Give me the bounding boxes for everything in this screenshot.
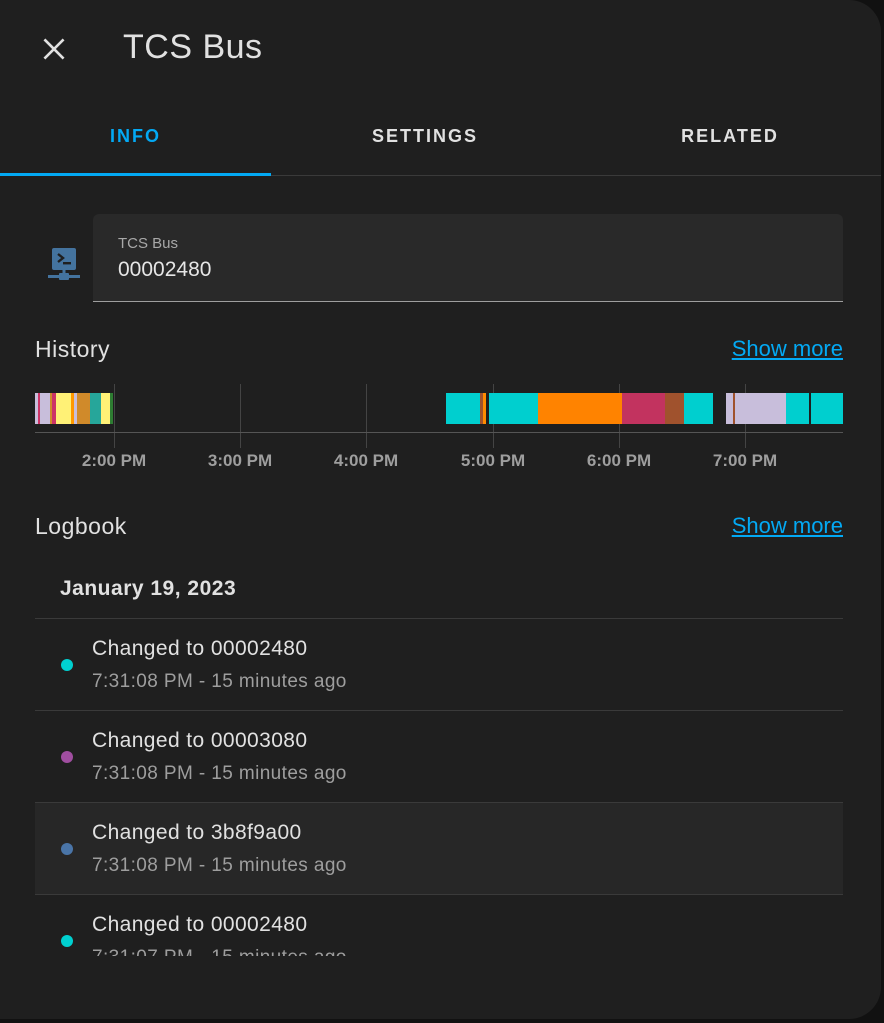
time-label: 7:00 PM: [712, 451, 778, 470]
entity-field-value: 00002480: [118, 258, 212, 281]
time-label: 2:00 PM: [81, 451, 147, 470]
entity-field-label: TCS Bus: [118, 235, 179, 252]
time-label: 5:00 PM: [460, 451, 526, 470]
logbook-entry[interactable]: Changed to 00002480 7:31:07 PM - 15 minu…: [35, 895, 843, 956]
history-timeline[interactable]: 2:00 PM 3:00 PM 4:00 PM 5:00 PM 6:00 PM …: [35, 384, 843, 470]
state-dot-icon: [61, 935, 73, 947]
logbook-date-header: January 19, 2023: [35, 562, 843, 619]
state-dot-icon: [61, 659, 73, 671]
close-button[interactable]: [30, 25, 78, 73]
tab-settings[interactable]: SETTINGS: [271, 98, 579, 174]
logbook-entry[interactable]: Changed to 00002480 7:31:08 PM - 15 minu…: [35, 619, 843, 711]
logbook-entry[interactable]: Changed to 3b8f9a00 7:31:08 PM - 15 minu…: [35, 803, 843, 895]
dialog-header: TCS Bus: [0, 0, 881, 98]
time-label: 3:00 PM: [207, 451, 273, 470]
logbook-entry-message: Changed to 00002480: [92, 637, 308, 660]
serial-port-ethernet-icon: [48, 248, 80, 280]
logbook-list[interactable]: Changed to 00002480 7:31:08 PM - 15 minu…: [35, 619, 843, 956]
history-title: History: [35, 336, 111, 362]
tab-bar: INFO SETTINGS RELATED: [0, 98, 881, 176]
close-icon: [43, 38, 65, 60]
active-tab-indicator: [0, 173, 271, 176]
logbook-title: Logbook: [35, 513, 127, 539]
logbook-entry-time: 7:31:07 PM - 15 minutes ago: [92, 947, 347, 956]
entity-state-field: TCS Bus 00002480: [93, 214, 843, 302]
logbook-entry[interactable]: Changed to 00003080 7:31:08 PM - 15 minu…: [35, 711, 843, 803]
logbook-date: January 19, 2023: [60, 577, 237, 600]
time-label: 4:00 PM: [333, 451, 399, 470]
history-show-more-link[interactable]: Show more: [732, 336, 843, 362]
time-label: 6:00 PM: [586, 451, 652, 470]
state-dot-icon: [61, 843, 73, 855]
dialog-title: TCS Bus: [123, 28, 263, 66]
logbook-entry-time: 7:31:08 PM - 15 minutes ago: [92, 671, 347, 692]
state-dot-icon: [61, 751, 73, 763]
logbook-entry-message: Changed to 3b8f9a00: [92, 821, 302, 844]
logbook-entry-message: Changed to 00002480: [92, 913, 308, 936]
logbook-entry-time: 7:31:08 PM - 15 minutes ago: [92, 855, 347, 876]
logbook-entry-message: Changed to 00003080: [92, 729, 308, 752]
tab-related[interactable]: RELATED: [579, 98, 881, 174]
entity-dialog: TCS Bus INFO SETTINGS RELATED TCS Bus 00…: [0, 0, 881, 1019]
logbook-show-more-link[interactable]: Show more: [732, 513, 843, 539]
logbook-entry-time: 7:31:08 PM - 15 minutes ago: [92, 763, 347, 784]
entity-state-row: TCS Bus 00002480: [35, 214, 843, 302]
tab-info[interactable]: INFO: [0, 98, 271, 174]
